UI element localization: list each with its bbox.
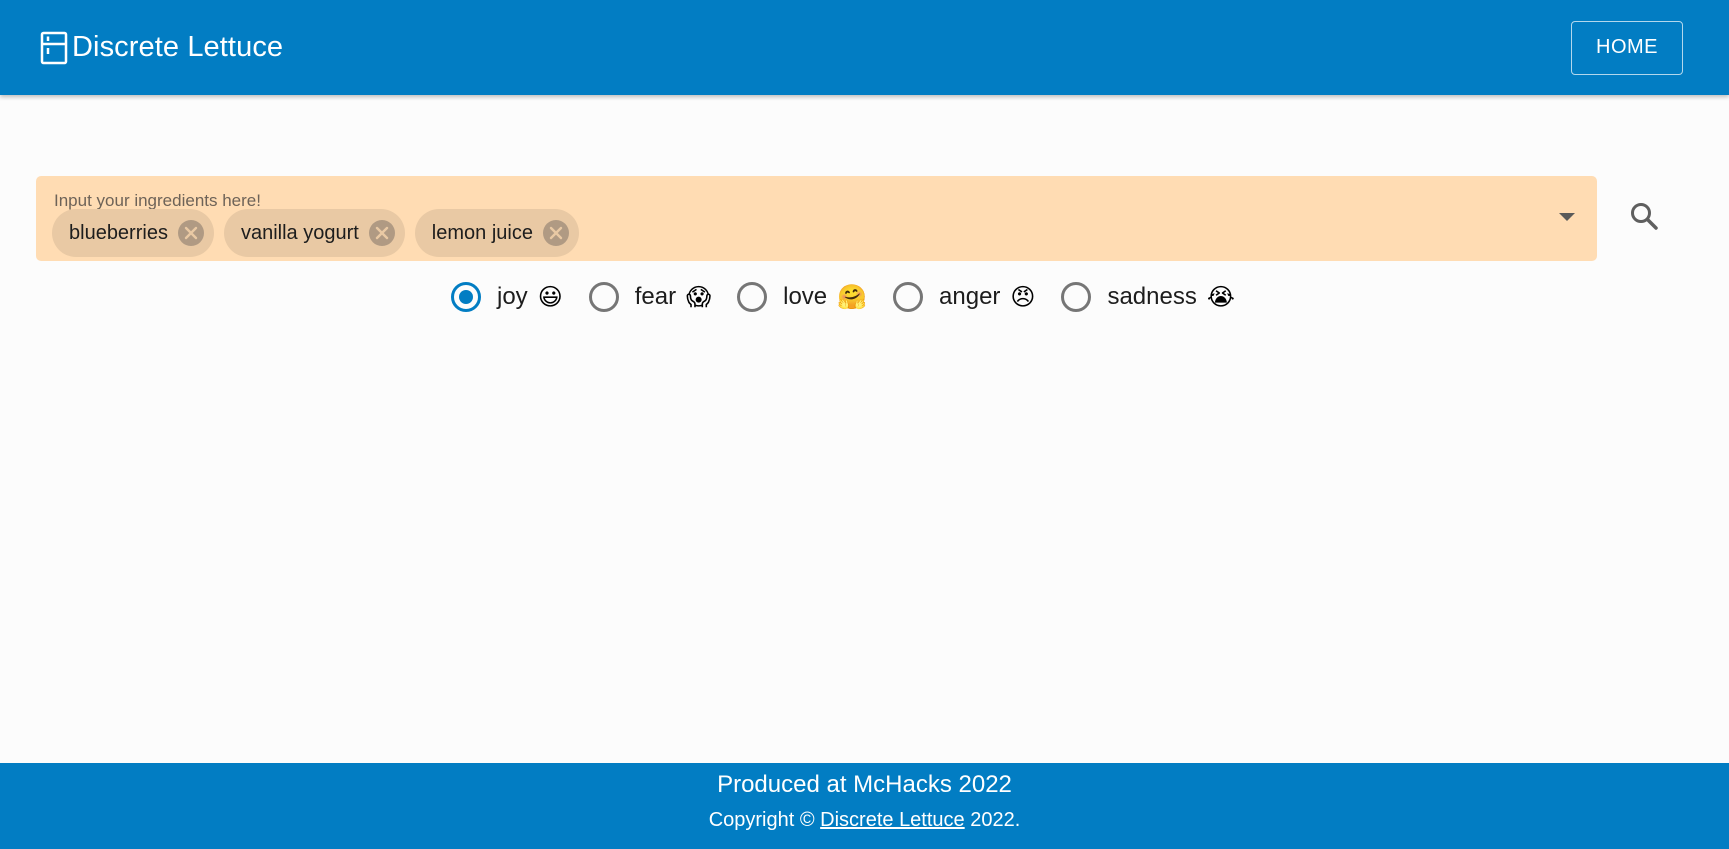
- emotion-option-joy[interactable]: joy 😃: [451, 282, 563, 312]
- ingredients-label: Input your ingredients here!: [54, 191, 261, 210]
- emotion-option-sadness[interactable]: sadness 😭: [1061, 282, 1235, 312]
- radio-button[interactable]: [1061, 282, 1092, 312]
- chip-label: vanilla yogurt: [240, 221, 359, 244]
- brand-title: Discrete Lettuce: [72, 31, 284, 63]
- chip-remove-icon[interactable]: [542, 220, 569, 246]
- emotion-label: love: [783, 283, 828, 310]
- chip-remove-icon[interactable]: [368, 220, 395, 246]
- ingredient-chip: vanilla yogurt: [223, 209, 405, 257]
- copyright-prefix: Copyright ©: [708, 809, 815, 831]
- radio-button[interactable]: [893, 282, 924, 312]
- dropdown-arrow-icon[interactable]: [1559, 213, 1575, 221]
- emotion-radio-group: joy 😃 fear 😱 love 🤗 anger 😠 sadness 😭: [451, 282, 1261, 312]
- emotion-label: joy: [497, 283, 528, 310]
- emotion-option-fear[interactable]: fear 😱: [588, 282, 712, 312]
- fridge-icon: [40, 31, 68, 65]
- emotion-option-anger[interactable]: anger 😠: [893, 282, 1035, 312]
- emotion-label: anger: [939, 283, 1001, 310]
- ingredient-chip: blueberries: [52, 209, 214, 257]
- search-icon: [1629, 201, 1659, 236]
- crying-face-emoji: 😭: [1206, 283, 1235, 311]
- footer-copyright: Copyright © Discrete Lettuce 2022.: [0, 809, 1729, 832]
- angry-face-emoji: 😠: [1010, 283, 1036, 311]
- footer: Produced at McHacks 2022 Copyright © Dis…: [0, 763, 1729, 849]
- copyright-suffix: 2022.: [970, 809, 1021, 831]
- app-bar: Discrete Lettuce HOME: [0, 0, 1729, 95]
- home-button[interactable]: HOME: [1571, 20, 1683, 75]
- radio-button[interactable]: [737, 282, 768, 312]
- search-button[interactable]: [1622, 196, 1666, 240]
- emotion-option-love[interactable]: love 🤗: [737, 282, 867, 312]
- chip-remove-icon[interactable]: [177, 220, 204, 246]
- ingredient-chip: lemon juice: [414, 209, 579, 257]
- emotion-label: fear: [634, 283, 677, 310]
- ingredients-autocomplete[interactable]: Input your ingredients here! blueberries…: [36, 176, 1597, 261]
- footer-produced-at: Produced at McHacks 2022: [717, 771, 1012, 798]
- radio-button[interactable]: [588, 282, 619, 312]
- brand[interactable]: Discrete Lettuce: [40, 31, 283, 65]
- radio-button[interactable]: [451, 282, 481, 312]
- hugging-face-emoji: 🤗: [837, 283, 868, 311]
- screaming-face-emoji: 😱: [686, 283, 712, 311]
- ingredient-chips: blueberries vanilla yogurt lemon juice: [52, 209, 579, 257]
- chip-label: lemon juice: [431, 221, 533, 244]
- chip-label: blueberries: [69, 221, 168, 244]
- emotion-label: sadness: [1107, 283, 1197, 310]
- grinning-face-emoji: 😃: [537, 283, 563, 311]
- footer-brand-link[interactable]: Discrete Lettuce: [820, 809, 965, 831]
